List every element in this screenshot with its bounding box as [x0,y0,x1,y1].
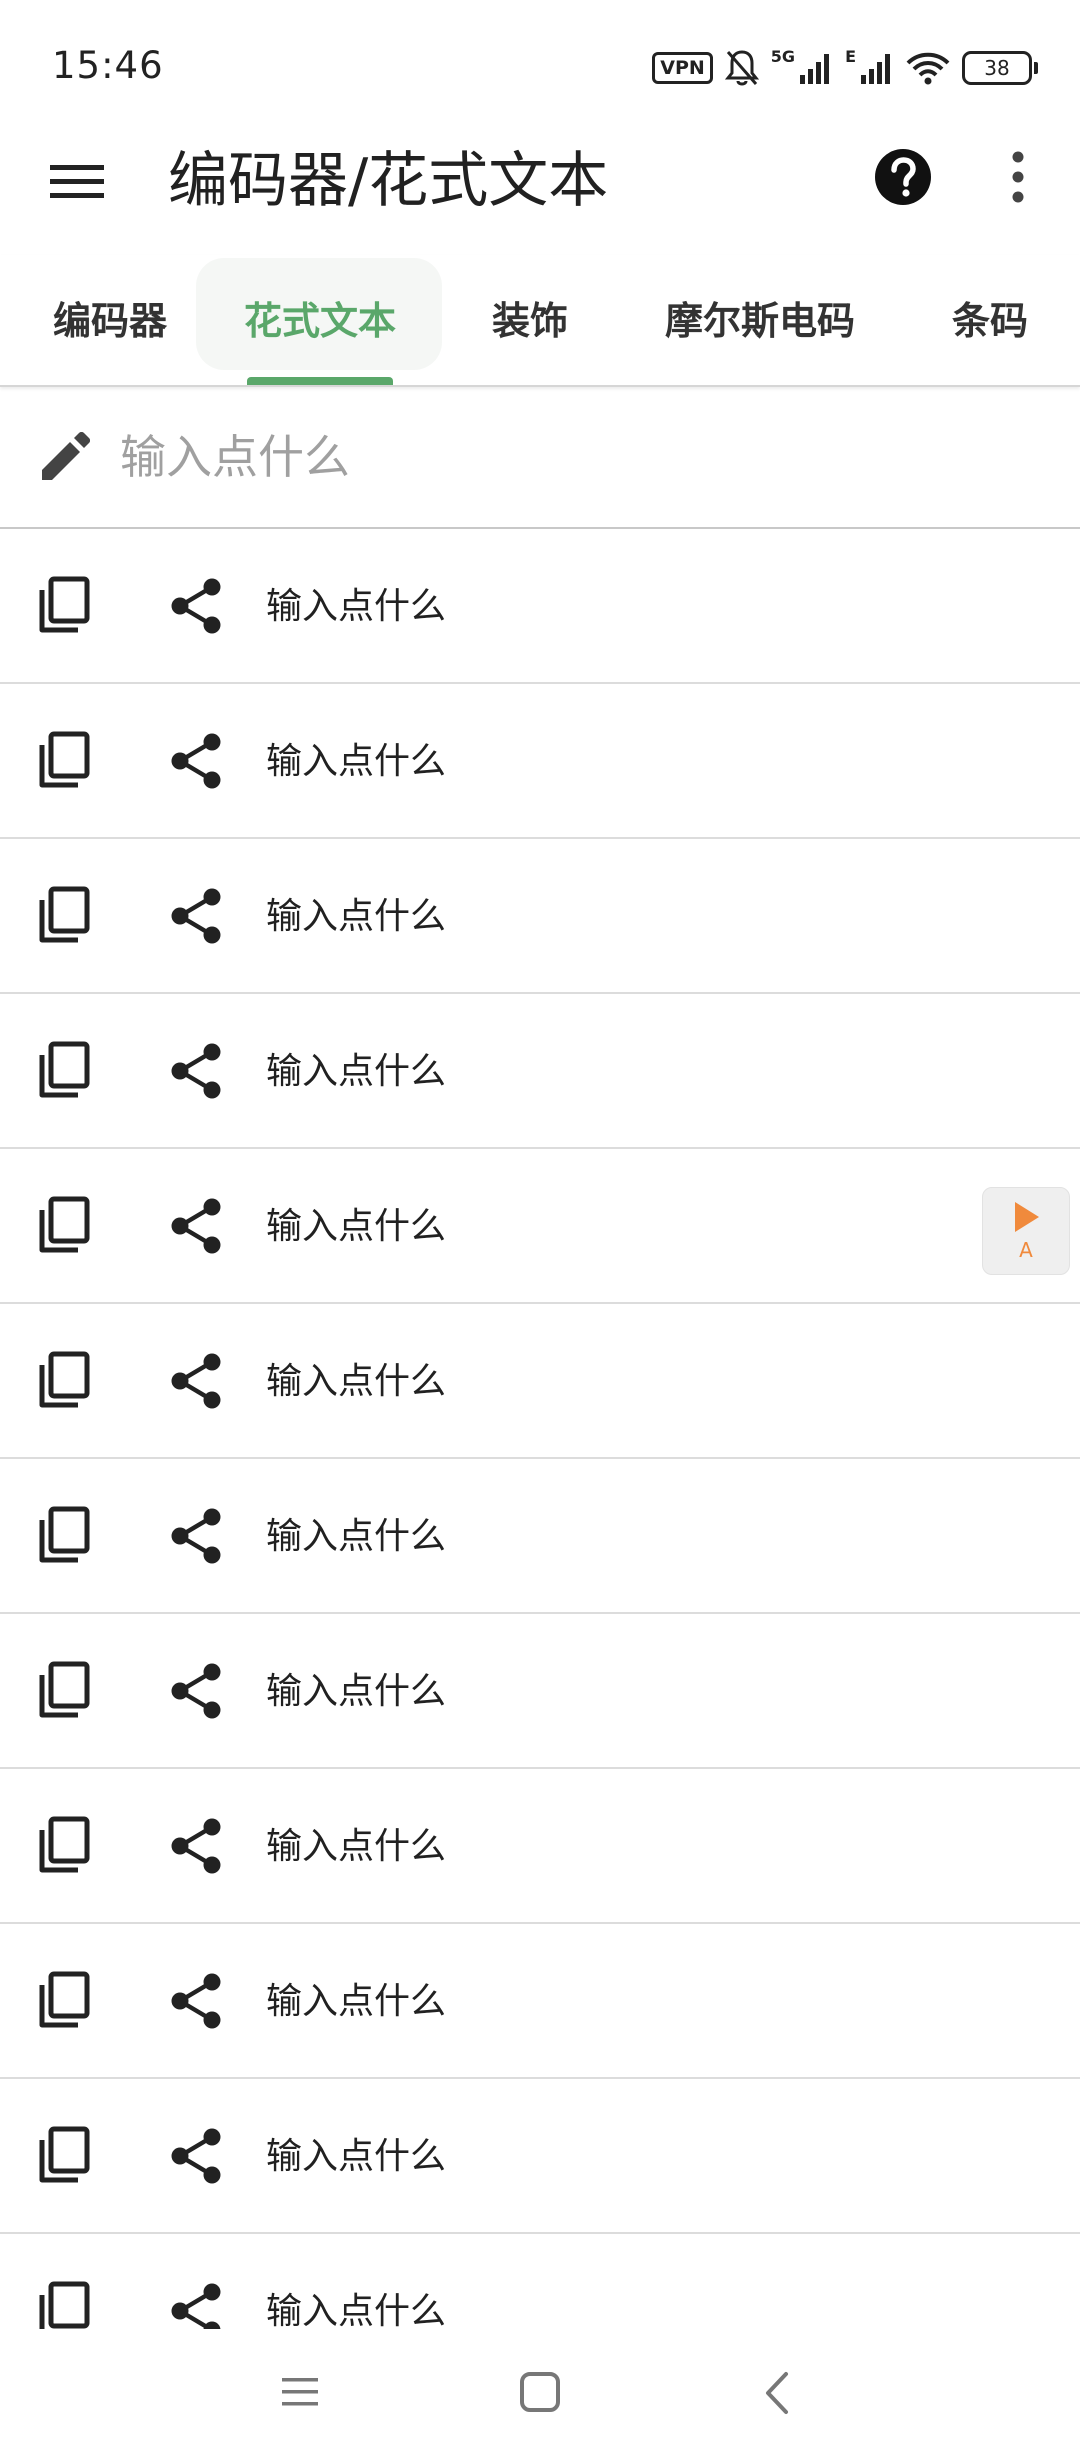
list-item: 输入点什么 [0,1304,1080,1459]
play-icon [1015,1202,1039,1232]
list-item-text: 输入点什么 [266,2136,447,2177]
back-icon[interactable] [760,2370,794,2416]
copy-icon[interactable] [38,1041,90,1099]
signal-icon [800,54,830,84]
wifi-icon [906,52,950,85]
list-item-text: 输入点什么 [266,1671,447,1712]
network-5g-label: 5G [770,46,796,66]
list-item: 输入点什么 [0,1149,1080,1304]
status-time: 15:46 [52,44,164,87]
copy-icon[interactable] [38,1816,90,1874]
status-icons: VPN 5G E 38 [652,46,1038,90]
list-item-text: 输入点什么 [266,586,447,627]
input-row [0,387,1080,529]
share-icon[interactable] [168,1817,224,1875]
copy-icon[interactable] [38,2281,90,2329]
tab-barcode[interactable]: 条码 [910,255,1070,383]
list-item: 输入点什么 [0,529,1080,684]
share-icon[interactable] [168,2127,224,2185]
signal-icon [861,54,890,84]
help-icon[interactable] [874,148,932,206]
list-item: 输入点什么 [0,994,1080,1149]
list-item-text: 输入点什么 [266,1981,447,2022]
copy-icon[interactable] [38,1196,90,1254]
share-icon[interactable] [168,577,224,635]
copy-icon[interactable] [38,1661,90,1719]
network-e-label: E [845,46,856,66]
tab-indicator [247,377,393,385]
list-item: 输入点什么 [0,2234,1080,2329]
share-icon[interactable] [168,1197,224,1255]
share-icon[interactable] [168,1507,224,1565]
tab-bar: 编码器 花式文本 装饰 摩尔斯电码 条码 [0,255,1080,387]
list-item: 输入点什么 [0,839,1080,994]
copy-icon[interactable] [38,886,90,944]
copy-icon[interactable] [38,731,90,789]
recent-apps-icon[interactable] [280,2372,320,2412]
list-item-text: 输入点什么 [266,1051,447,1092]
list-item-text: 输入点什么 [266,741,447,782]
copy-icon[interactable] [38,576,90,634]
copy-icon[interactable] [38,1971,90,2029]
text-input[interactable] [120,417,1020,497]
list-item: 输入点什么 [0,1614,1080,1769]
share-icon[interactable] [168,1352,224,1410]
tab-fancy-text[interactable]: 花式文本 [210,255,430,383]
bell-muted-icon [724,50,759,86]
app-bar: 编码器/花式文本 [0,135,1080,225]
floating-widget-label: A [1019,1238,1033,1262]
share-icon[interactable] [168,732,224,790]
share-icon[interactable] [168,2282,224,2329]
list-item: 输入点什么 [0,1769,1080,1924]
list-item-text: 输入点什么 [266,1361,447,1402]
copy-icon[interactable] [38,2126,90,2184]
fancy-text-list: 输入点什么 输入点什么 输入点什么 输入点什么 输入点什么 输入点什么 输入点什么 输入点什么… [0,529,1080,2329]
status-bar: 15:46 VPN 5G E 38 [0,0,1080,135]
more-vert-icon[interactable] [1000,149,1036,205]
menu-icon[interactable] [48,157,106,207]
tab-encoder[interactable]: 编码器 [20,255,200,383]
floating-widget[interactable]: A [982,1187,1070,1275]
list-item-text: 输入点什么 [266,896,447,937]
home-icon[interactable] [518,2370,562,2414]
list-item-text: 输入点什么 [266,1826,447,1867]
list-item-text: 输入点什么 [266,1516,447,1557]
list-item: 输入点什么 [0,1459,1080,1614]
tab-morse-code[interactable]: 摩尔斯电码 [640,255,880,383]
page-title: 编码器/花式文本 [168,146,609,216]
list-item: 输入点什么 [0,1924,1080,2079]
copy-icon[interactable] [38,1506,90,1564]
share-icon[interactable] [168,1972,224,2030]
tab-decoration[interactable]: 装饰 [450,255,610,383]
list-item-text: 输入点什么 [266,2291,447,2329]
list-item: 输入点什么 [0,2079,1080,2234]
list-item-text: 输入点什么 [266,1206,447,1247]
vpn-badge: VPN [652,52,713,84]
list-item: 输入点什么 [0,684,1080,839]
copy-icon[interactable] [38,1351,90,1409]
battery-indicator: 38 [962,51,1038,85]
pencil-icon [42,432,90,480]
system-nav-bar [0,2330,1080,2460]
share-icon[interactable] [168,1662,224,1720]
share-icon[interactable] [168,1042,224,1100]
share-icon[interactable] [168,887,224,945]
